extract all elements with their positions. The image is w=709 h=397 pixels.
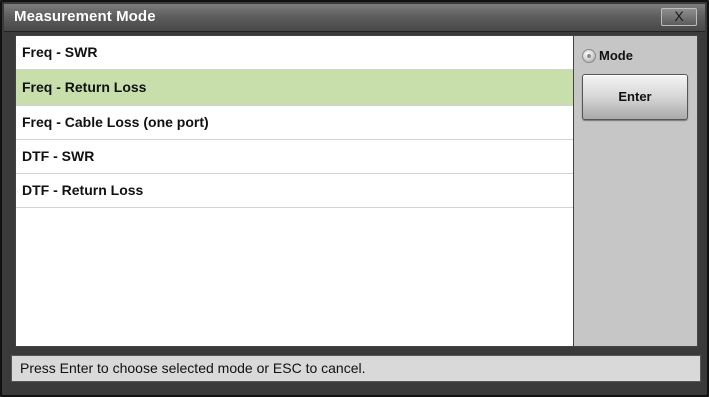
list-item-label: DTF - Return Loss — [22, 182, 144, 198]
close-icon: X — [674, 8, 684, 24]
list-item-freq-swr[interactable]: Freq - SWR — [16, 36, 573, 70]
mode-label: Mode — [599, 48, 633, 63]
list-item-label: Freq - Cable Loss (one port) — [22, 114, 209, 130]
list-item-dtf-return-loss[interactable]: DTF - Return Loss — [16, 174, 573, 208]
status-bar: Press Enter to choose selected mode or E… — [11, 355, 701, 382]
list-item-label: Freq - Return Loss — [22, 79, 147, 95]
status-message: Press Enter to choose selected mode or E… — [20, 360, 366, 376]
enter-button[interactable]: Enter — [582, 74, 688, 120]
side-panel: Mode Enter — [574, 35, 698, 347]
mode-radio-icon[interactable] — [582, 49, 596, 63]
list-item-dtf-swr[interactable]: DTF - SWR — [16, 140, 573, 174]
list-item-freq-return-loss[interactable]: Freq - Return Loss — [16, 70, 573, 106]
measurement-mode-dialog: Measurement Mode X Freq - SWR Freq - Ret… — [0, 0, 709, 397]
list-item-label: DTF - SWR — [22, 148, 95, 164]
dialog-title: Measurement Mode — [14, 8, 156, 25]
list-item-label: Freq - SWR — [22, 44, 98, 60]
mode-list: Freq - SWR Freq - Return Loss Freq - Cab… — [15, 35, 574, 347]
close-button[interactable]: X — [661, 8, 697, 26]
title-bar: Measurement Mode X — [4, 4, 705, 32]
list-item-freq-cable-loss[interactable]: Freq - Cable Loss (one port) — [16, 106, 573, 140]
